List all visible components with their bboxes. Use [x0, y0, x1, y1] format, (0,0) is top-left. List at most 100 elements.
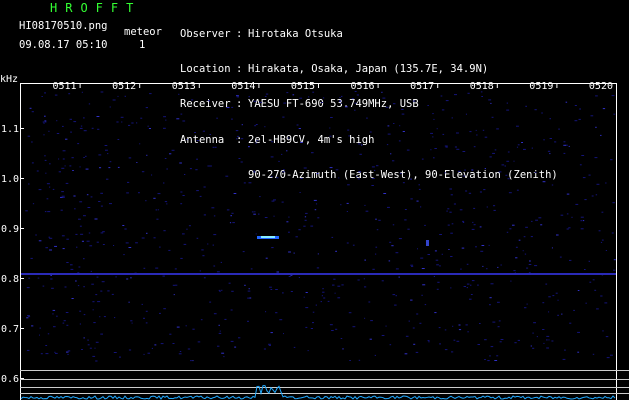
- noise-speck: [484, 339, 487, 341]
- noise-speck: [159, 246, 161, 248]
- noise-speck: [484, 359, 486, 360]
- noise-speck: [364, 317, 366, 319]
- noise-speck: [419, 322, 422, 324]
- noise-speck: [585, 302, 587, 304]
- noise-speck: [320, 301, 322, 303]
- noise-speck: [420, 257, 424, 259]
- noise-speck: [439, 265, 441, 267]
- noise-speck: [346, 202, 349, 204]
- noise-speck: [381, 91, 383, 93]
- noise-speck: [100, 192, 103, 194]
- noise-speck: [216, 271, 220, 273]
- noise-speck: [329, 324, 333, 326]
- noise-speck: [612, 202, 615, 204]
- noise-speck: [466, 287, 468, 289]
- noise-speck: [54, 351, 56, 353]
- noise-speck: [334, 292, 336, 294]
- noise-speck: [203, 277, 206, 279]
- noise-speck: [199, 195, 202, 197]
- noise-speck: [490, 102, 492, 104]
- noise-speck: [557, 314, 559, 316]
- noise-speck: [66, 262, 69, 263]
- noise-speck: [341, 95, 343, 97]
- axes: 1.11.00.90.80.70.6 0511 0512 0513 0514 0515 0…: [1, 81, 617, 400]
- noise-speck: [605, 336, 609, 338]
- noise-speck: [427, 340, 430, 342]
- x-tick-label: 0513: [172, 81, 196, 92]
- noise-speck: [121, 121, 123, 123]
- noise-speck: [264, 95, 267, 97]
- noise-speck: [88, 232, 91, 234]
- noise-speck: [498, 171, 502, 173]
- noise-speck: [547, 150, 551, 152]
- noise-speck: [186, 228, 188, 230]
- x-tick-label: 0518: [470, 81, 494, 92]
- noise-speck: [62, 196, 65, 198]
- noise-speck: [488, 244, 490, 246]
- noise-speck: [506, 160, 510, 162]
- noise-speck: [494, 149, 497, 151]
- noise-speck: [390, 153, 392, 155]
- noise-speck: [611, 95, 615, 97]
- noise-speck: [303, 225, 306, 227]
- noise-speck: [123, 254, 125, 256]
- noise-speck: [119, 356, 121, 358]
- noise-speck: [179, 162, 182, 164]
- noise-speck: [258, 213, 260, 215]
- noise-speck: [536, 336, 538, 338]
- noise-speck: [410, 264, 414, 266]
- noise-speck: [369, 338, 372, 340]
- noise-speck: [372, 268, 375, 270]
- noise-speck: [145, 310, 148, 312]
- noise-speck: [427, 105, 429, 106]
- noise-speck: [259, 101, 262, 103]
- noise-speck: [128, 157, 132, 159]
- noise-speck: [275, 289, 278, 290]
- noise-speck: [45, 345, 48, 346]
- noise-speck: [244, 284, 246, 286]
- noise-speck: [463, 286, 466, 287]
- y-tick-label: 0.7: [1, 324, 19, 335]
- noise-speck: [69, 165, 72, 167]
- noise-speck: [236, 138, 238, 140]
- noise-speck: [192, 328, 195, 330]
- noise-speck: [74, 208, 76, 210]
- info-row-location: Location: Hirakata, Osaka, Japan (135.7E,…: [180, 63, 558, 75]
- noise-speck: [517, 144, 520, 146]
- noise-speck: [347, 129, 350, 131]
- noise-speck: [435, 259, 439, 261]
- noise-speck: [283, 102, 287, 104]
- noise-speck: [489, 304, 491, 306]
- noise-speck: [46, 198, 49, 200]
- noise-speck: [149, 93, 152, 95]
- noise-speck: [430, 132, 433, 134]
- noise-speck: [151, 174, 153, 176]
- noise-speck: [507, 178, 510, 180]
- noise-speck: [102, 244, 105, 245]
- noise-speck: [348, 312, 352, 314]
- noise-speck: [401, 108, 404, 110]
- noise-speck: [83, 286, 85, 288]
- noise-speck: [313, 199, 317, 201]
- noise-speck: [404, 353, 408, 355]
- noise-speck: [411, 265, 414, 267]
- noise-speck: [236, 96, 239, 98]
- noise-speck: [135, 242, 138, 244]
- noise-speck: [598, 230, 601, 232]
- noise-speck: [126, 278, 129, 280]
- noise-speck: [491, 116, 494, 118]
- noise-speck: [151, 347, 153, 349]
- noise-speck: [428, 341, 430, 343]
- noise-speck: [111, 293, 114, 295]
- noise-speck: [94, 218, 98, 220]
- noise-speck: [561, 313, 563, 315]
- noise-speck: [549, 138, 552, 139]
- noise-speck: [346, 211, 348, 212]
- noise-speck: [465, 190, 468, 192]
- noise-speck: [89, 245, 93, 247]
- noise-speck: [41, 96, 43, 97]
- meteor-echo-core: [261, 236, 275, 238]
- noise-speck: [270, 289, 273, 290]
- noise-speck: [180, 113, 183, 115]
- noise-speck: [49, 163, 51, 165]
